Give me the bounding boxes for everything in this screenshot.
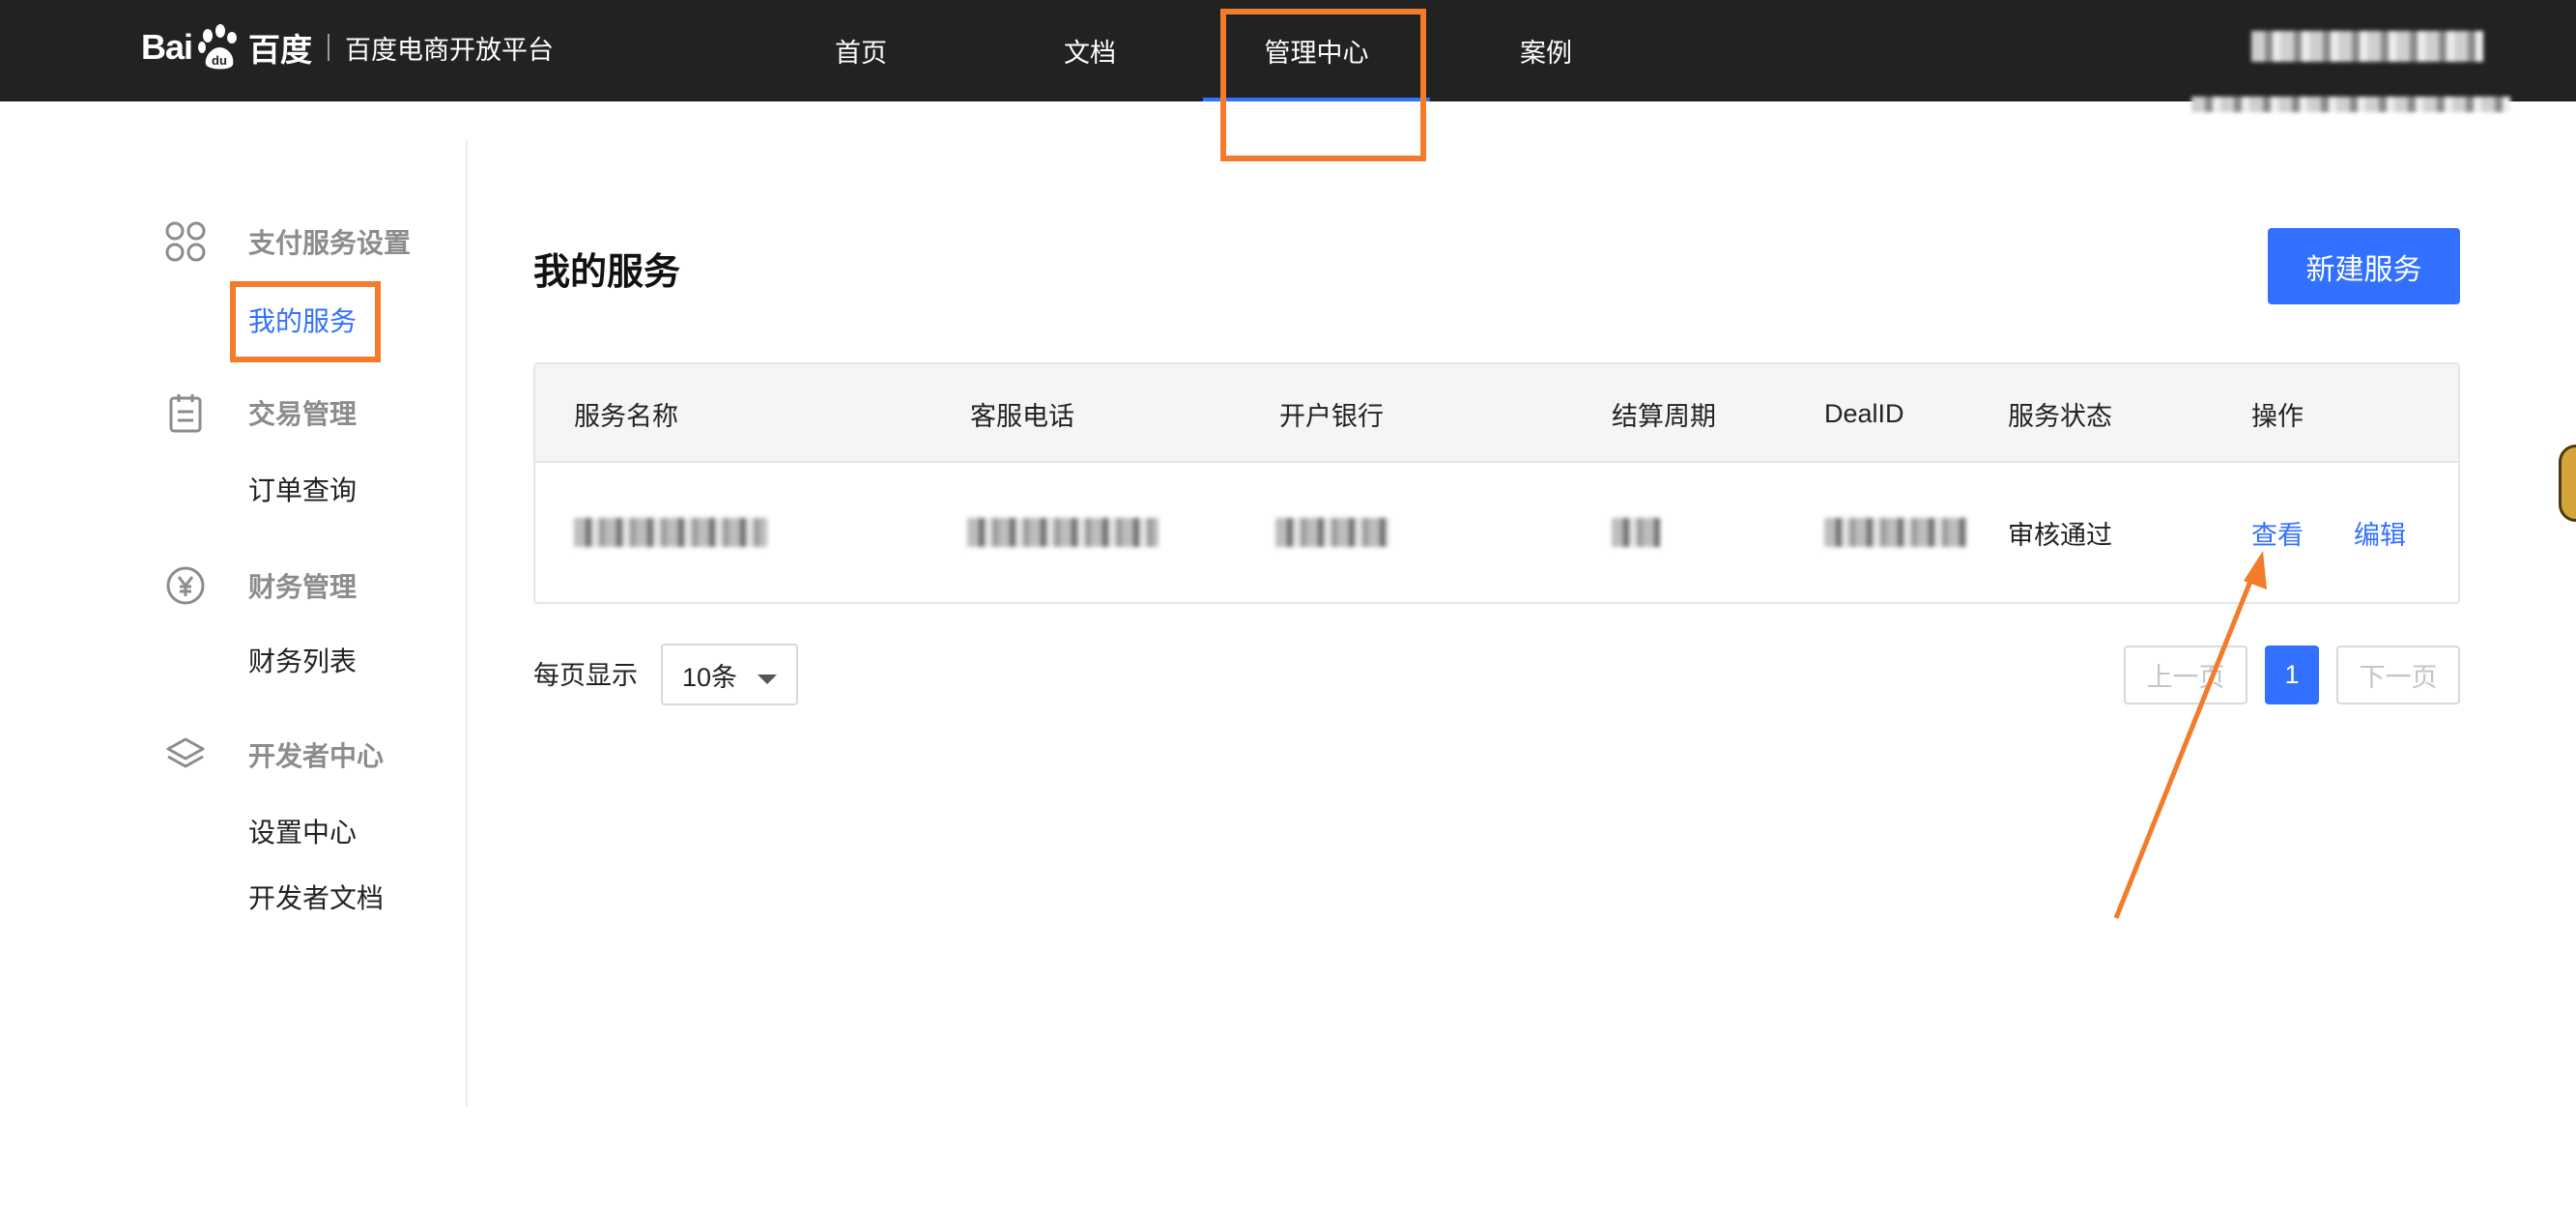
floating-widget-icon[interactable] (2559, 445, 2576, 522)
annotation-arrow (2113, 551, 2267, 919)
